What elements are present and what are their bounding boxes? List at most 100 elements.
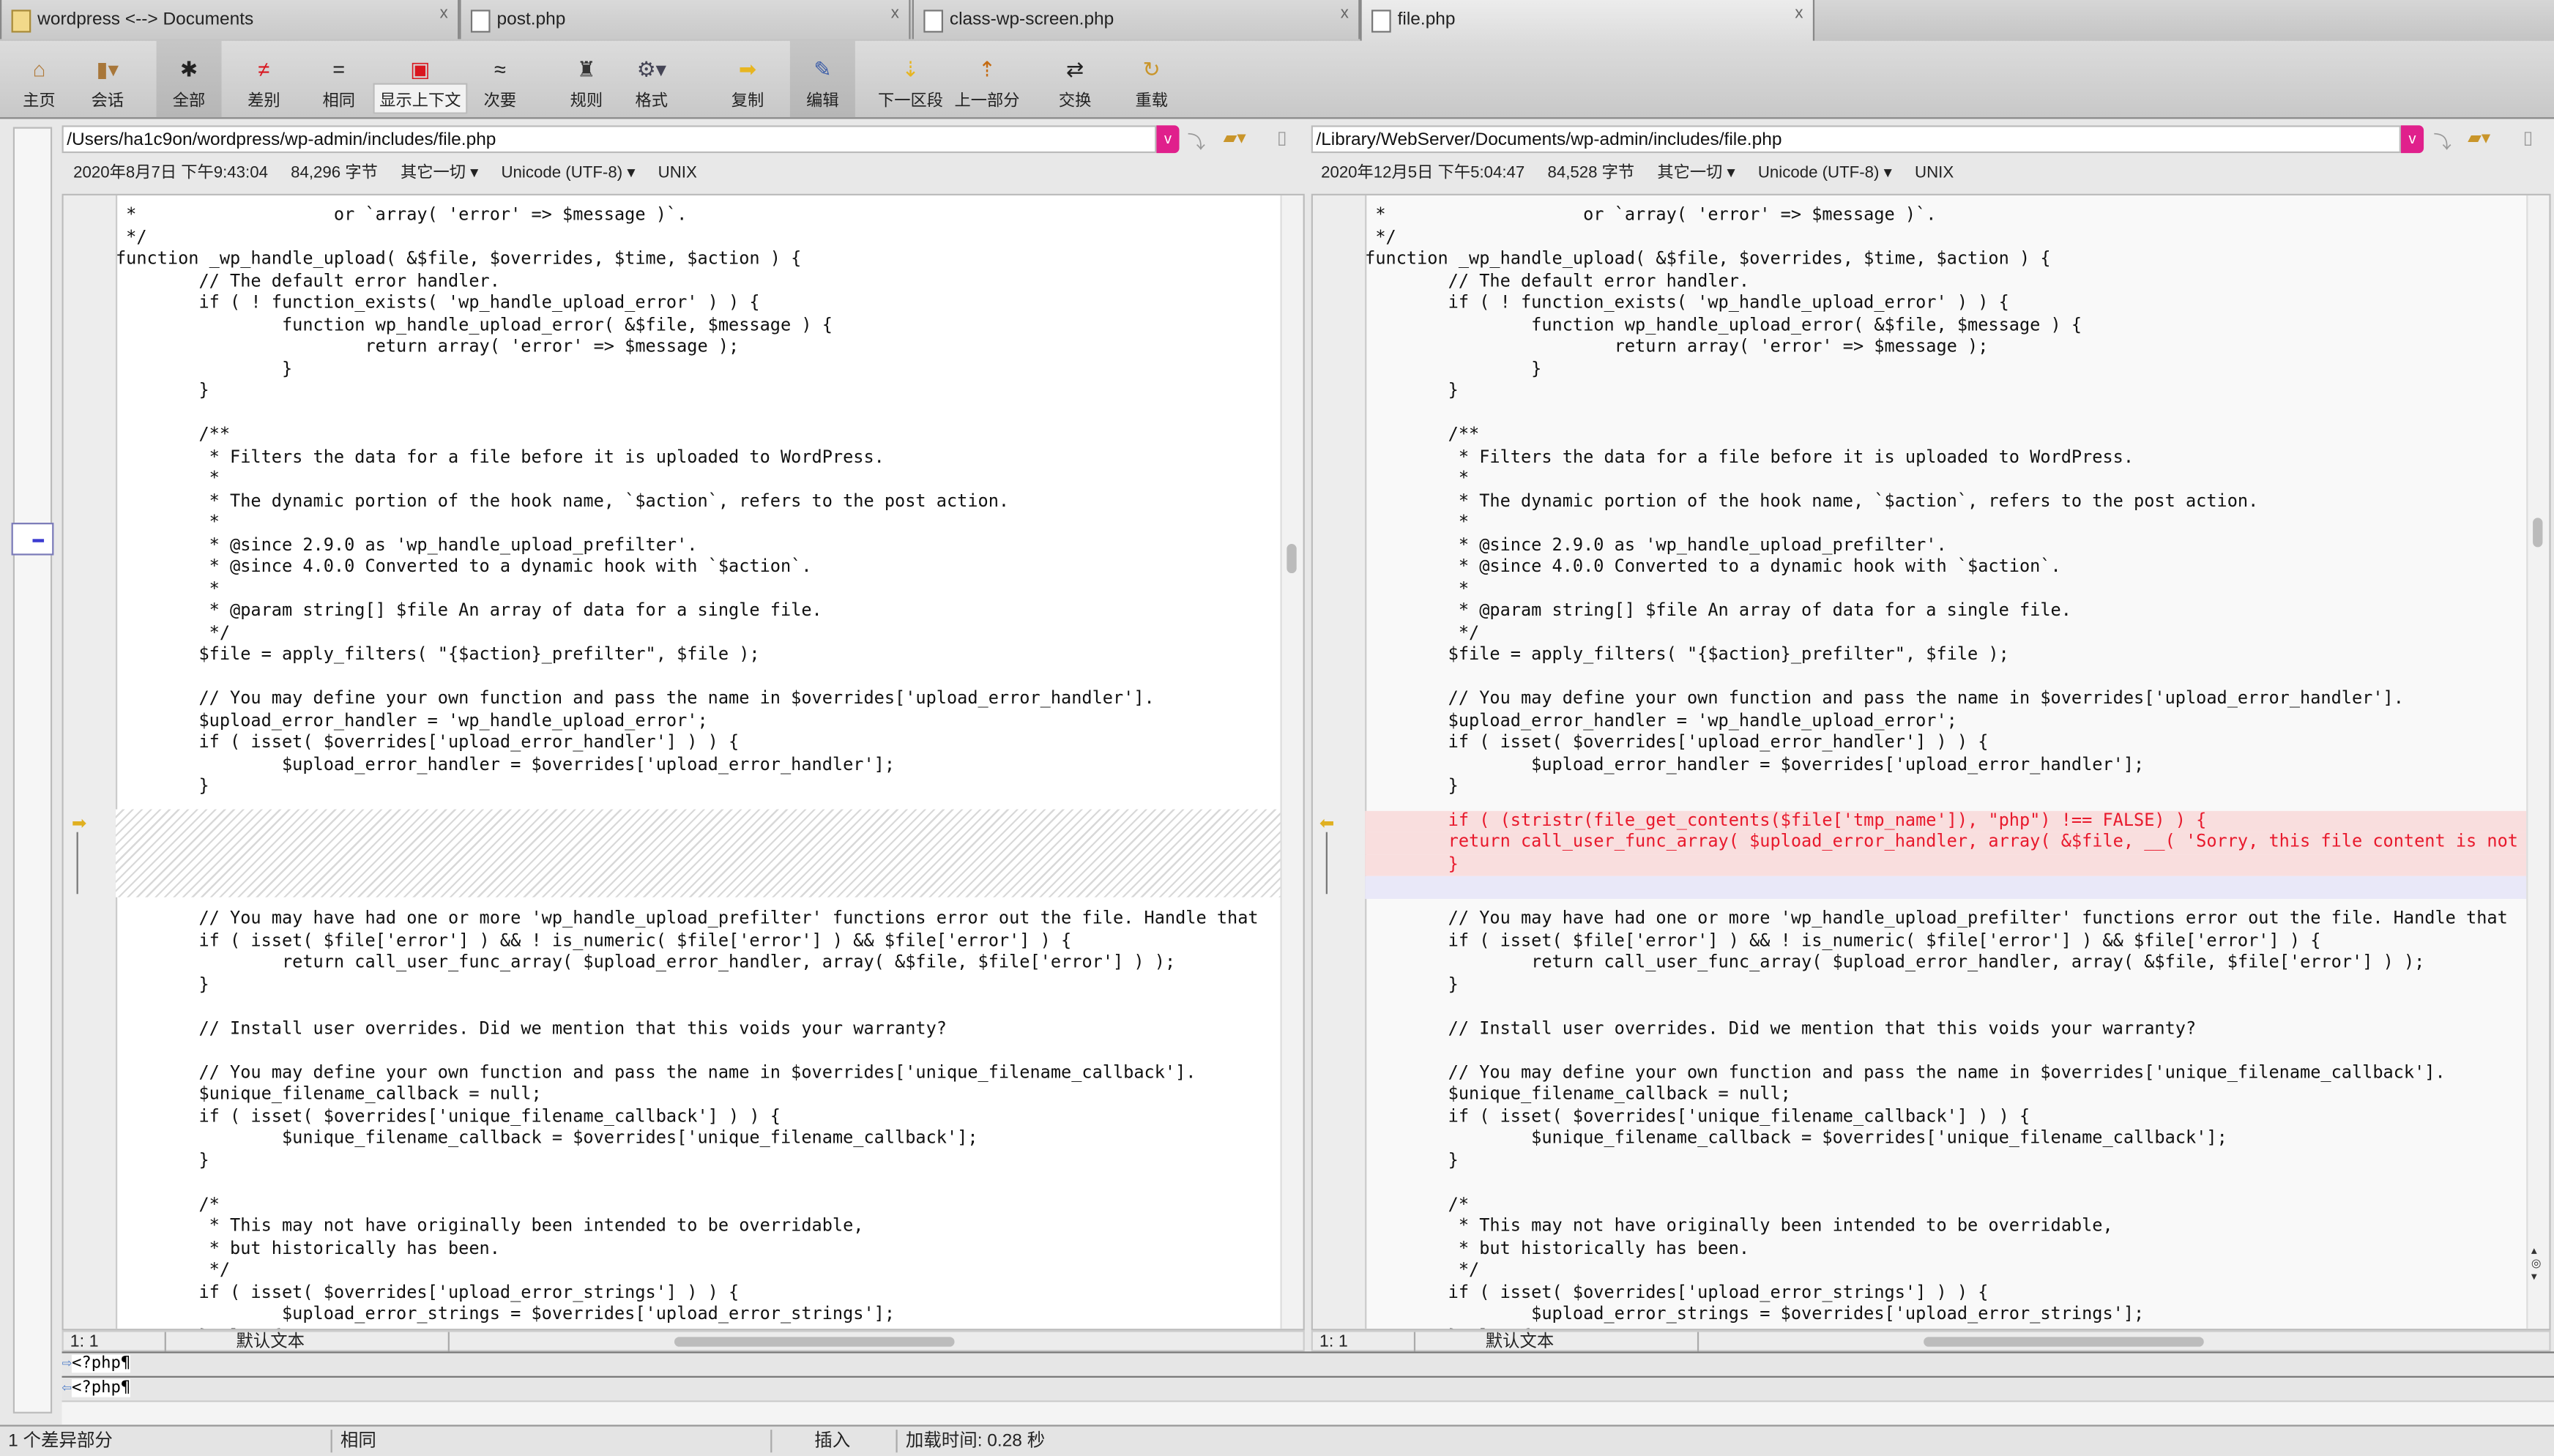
code-line: /** xyxy=(1365,425,1480,445)
code-line: * xyxy=(115,512,220,533)
code-line: } xyxy=(1365,359,1542,379)
left-path-input[interactable]: /Users/ha1c9on/wordpress/wp-admin/includ… xyxy=(62,125,1157,154)
right-syntax-mode[interactable]: 默认文本 xyxy=(1486,1332,1554,1354)
right-save-icon[interactable]: ▯ xyxy=(2523,127,2533,149)
context-icon: ▣ xyxy=(410,56,431,82)
toolbar-button-14[interactable]: ⇄ 交换 xyxy=(1043,41,1108,118)
toolbar-button-9[interactable]: ⚙▾ 格式 xyxy=(619,41,684,118)
scroll-nav-buttons[interactable]: ▴ ◎ ▾ xyxy=(2531,1246,2542,1285)
diff-bracket xyxy=(76,832,78,895)
tab-4[interactable]: file.php x xyxy=(1360,0,1815,42)
toolbar: ⌂ 主页 ▮▾ 会话 ✱ 全部 ≠ 差别 = 相同 ▣ 显示上下文 ≈ 次要 ♜ 规则 ⚙▾ 格式 ➡ 复制 ✎ 编辑 ⇣ 下… xyxy=(0,40,2554,119)
code-line: $upload_error_handler = 'wp_handle_uploa… xyxy=(115,710,708,731)
right-cursor-position: 1: 1 xyxy=(1319,1332,1348,1352)
left-encoding-dropdown[interactable]: Unicode (UTF-8) ▾ xyxy=(501,165,635,182)
toolbar-button-3[interactable]: ✱ 全部 xyxy=(156,40,222,118)
tab-close-icon[interactable]: x xyxy=(440,5,448,23)
left-horizontal-scroll-thumb[interactable] xyxy=(674,1337,955,1347)
session-briefcase-icon: ▮▾ xyxy=(96,56,119,82)
toolbar-button-label: 差别 xyxy=(247,92,280,111)
code-line: } xyxy=(115,359,293,379)
toolbar-button-2[interactable]: ▮▾ 会话 xyxy=(75,41,140,118)
toolbar-button-6[interactable]: ▣ 显示上下文 xyxy=(373,41,468,118)
code-line: */ xyxy=(115,227,147,247)
left-line-endings: UNIX xyxy=(658,164,697,183)
edit-mode: 插入 xyxy=(814,1431,851,1452)
minor-icon: ≈ xyxy=(494,56,506,82)
code-line: $upload_error_strings = $overrides['uplo… xyxy=(115,1304,896,1324)
toolbar-button-label: 主页 xyxy=(23,92,56,111)
copy-arrow-icon: ➡ xyxy=(738,56,757,82)
toolbar-button-label: 重载 xyxy=(1135,92,1168,111)
code-line: if ( isset( $overrides['unique_filename_… xyxy=(1365,1106,2030,1127)
diff-bracket xyxy=(1325,832,1328,895)
toolbar-button-5[interactable]: = 相同 xyxy=(306,41,371,118)
right-horizontal-scroll-thumb[interactable] xyxy=(1924,1337,2204,1347)
left-refresh-icon[interactable]: ⤵ xyxy=(1188,129,1205,155)
toolbar-button-8[interactable]: ♜ 规则 xyxy=(554,41,619,118)
tab-3[interactable]: class-wp-screen.php x xyxy=(912,0,1360,40)
left-save-icon[interactable]: ▯ xyxy=(1277,127,1287,149)
left-code-pane[interactable]: ➡ * or `array( 'error' => $message )`. *… xyxy=(62,193,1305,1331)
code-line: */ xyxy=(115,1260,231,1280)
overview-viewport[interactable] xyxy=(11,523,54,556)
right-scroll-thumb[interactable] xyxy=(2533,518,2543,548)
right-encoding-dropdown[interactable]: Unicode (UTF-8) ▾ xyxy=(1758,165,1892,182)
toolbar-button-12[interactable]: ⇣ 下一区段 xyxy=(873,41,947,118)
right-code-editor[interactable]: * or `array( 'error' => $message )`. */f… xyxy=(1365,195,2528,1329)
left-vertical-scrollbar[interactable] xyxy=(1280,195,1303,1329)
left-code-editor[interactable]: * or `array( 'error' => $message )`. */f… xyxy=(115,195,1282,1329)
diff-overview-map[interactable] xyxy=(11,127,54,1414)
toolbar-button-11[interactable]: ✎ 编辑 xyxy=(789,40,855,118)
tab-2[interactable]: post.php x xyxy=(459,0,911,40)
toolbar-button-1[interactable]: ⌂ 主页 xyxy=(7,41,72,118)
code-line: * but historically has been. xyxy=(1365,1238,1750,1258)
left-open-folder-icon[interactable]: ▰▾ xyxy=(1224,127,1246,149)
left-syntax-mode[interactable]: 默认文本 xyxy=(237,1332,305,1354)
right-filter-dropdown[interactable]: 其它一切 ▾ xyxy=(1657,165,1735,182)
code-line: function wp_handle_upload_error( &$file,… xyxy=(115,315,833,335)
compare-rows-spacer xyxy=(62,1400,2554,1428)
toolbar-button-13[interactable]: ⇡ 上一部分 xyxy=(950,41,1024,118)
right-path-dropdown-button[interactable]: v xyxy=(2400,125,2424,154)
diff-count: 1 个差异部分 xyxy=(8,1431,113,1452)
code-line: $upload_error_handler = $overrides['uplo… xyxy=(1365,755,2145,774)
toolbar-button-7[interactable]: ≈ 次要 xyxy=(467,41,532,118)
code-line: if ( isset( $overrides['unique_filename_… xyxy=(115,1106,781,1127)
toolbar-button-15[interactable]: ↻ 重载 xyxy=(1119,41,1184,118)
copy-left-arrow-icon[interactable]: ⬅ xyxy=(1319,813,1335,834)
code-line: * @since 2.9.0 as 'wp_handle_upload_pref… xyxy=(115,534,698,555)
left-scroll-thumb[interactable] xyxy=(1287,543,1297,574)
code-line: function _wp_handle_upload( &$file, $ove… xyxy=(115,249,802,269)
code-line: * @param string[] $file An array of data… xyxy=(1365,600,2071,621)
code-line: if ( ! function_exists( 'wp_handle_uploa… xyxy=(1365,293,2009,313)
right-open-folder-icon[interactable]: ▰▾ xyxy=(2468,127,2490,149)
tab-close-icon[interactable]: x xyxy=(1341,5,1349,23)
code-line: * xyxy=(1365,578,1470,599)
code-line: /* xyxy=(115,1194,220,1214)
tab-1[interactable]: wordpress <--> Documents x xyxy=(0,0,460,40)
left-path-dropdown-button[interactable]: v xyxy=(1156,125,1180,154)
php-file-icon xyxy=(470,10,491,33)
left-filter-dropdown[interactable]: 其它一切 ▾ xyxy=(401,165,478,182)
toolbar-button-label: 会话 xyxy=(91,92,124,111)
previous-section-icon: ⇡ xyxy=(978,56,997,82)
toolbar-button-10[interactable]: ➡ 复制 xyxy=(715,41,781,118)
tab-close-icon[interactable]: x xyxy=(1795,5,1803,23)
code-line: * The dynamic portion of the hook name, … xyxy=(1365,490,2259,511)
toolbar-button-4[interactable]: ≠ 差别 xyxy=(231,41,297,118)
right-refresh-icon[interactable]: ⤵ xyxy=(2433,129,2451,155)
right-code-pane[interactable]: ⬅ * or `array( 'error' => $message )`. *… xyxy=(1311,193,2551,1331)
code-line: function _wp_handle_upload( &$file, $ove… xyxy=(1365,249,2051,269)
tab-close-icon[interactable]: x xyxy=(891,5,899,23)
code-line: // Install user overrides. Did we mentio… xyxy=(115,1018,947,1039)
code-line: } else { xyxy=(116,1326,1282,1329)
code-line: * Filters the data for a file before it … xyxy=(1365,447,2134,467)
code-line: * xyxy=(115,578,220,599)
right-path-input[interactable]: /Library/WebServer/Documents/wp-admin/in… xyxy=(1311,125,2401,154)
right-vertical-scrollbar[interactable]: ▴ ◎ ▾ xyxy=(2526,195,2550,1329)
copy-right-arrow-icon[interactable]: ➡ xyxy=(72,813,87,834)
